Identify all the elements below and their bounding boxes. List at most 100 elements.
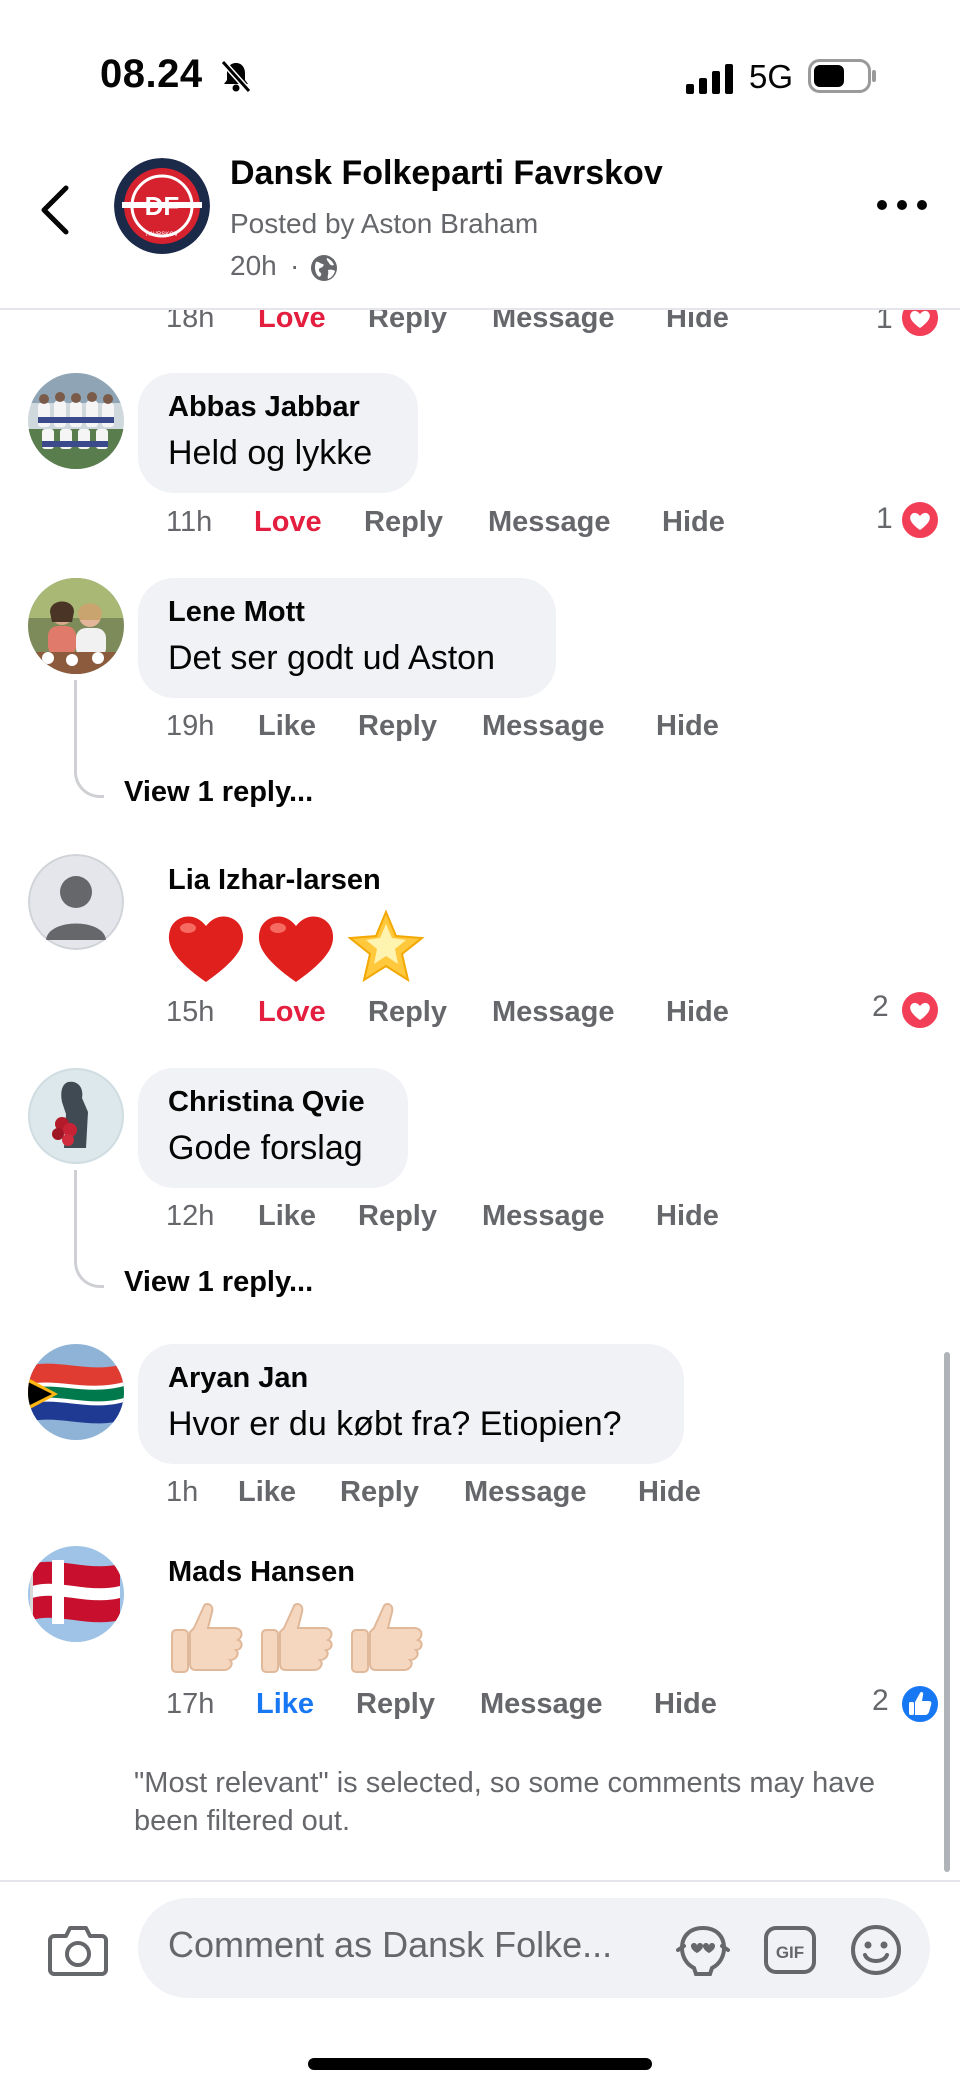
comment-text: Held og lykke bbox=[168, 434, 373, 472]
comment-time: 17h bbox=[166, 1688, 215, 1720]
love-reaction-icon bbox=[900, 500, 940, 540]
message-button[interactable]: Message bbox=[480, 1688, 603, 1721]
view-replies-link[interactable]: View 1 reply... bbox=[124, 1266, 313, 1299]
reply-thread-line bbox=[74, 1170, 104, 1288]
view-replies-link[interactable]: View 1 reply... bbox=[124, 776, 313, 809]
reply-button[interactable]: Reply bbox=[368, 310, 447, 335]
reply-button[interactable]: Reply bbox=[368, 996, 447, 1029]
avatar[interactable] bbox=[28, 854, 124, 950]
love-reaction-icon bbox=[900, 310, 940, 338]
scrollbar[interactable] bbox=[944, 1352, 950, 1872]
more-options-icon[interactable] bbox=[874, 190, 930, 220]
reaction-count[interactable]: 2 bbox=[872, 990, 889, 1024]
post-time: 20h bbox=[230, 250, 277, 281]
team-photo-avatar-icon bbox=[28, 373, 124, 469]
default-profile-icon bbox=[28, 854, 124, 950]
comment-time: 11h bbox=[166, 506, 213, 538]
comment-text: Hvor er du købt fra? Etiopien? bbox=[168, 1405, 622, 1443]
reply-button[interactable]: Reply bbox=[340, 1476, 419, 1509]
comment-author[interactable]: Lene Mott bbox=[168, 596, 305, 629]
love-button[interactable]: Love bbox=[258, 996, 326, 1029]
comment-author[interactable]: Abbas Jabbar bbox=[168, 391, 360, 424]
avatar-logo-subtext: FAVRSKOV bbox=[146, 232, 178, 238]
hide-button[interactable]: Hide bbox=[638, 1476, 701, 1509]
love-button[interactable]: Love bbox=[258, 310, 326, 335]
comment-author[interactable]: Lia Izhar-larsen bbox=[168, 864, 381, 897]
message-button[interactable]: Message bbox=[488, 506, 611, 539]
avatar-logo-text: DF bbox=[145, 191, 180, 221]
danish-flag-avatar-icon bbox=[28, 1546, 124, 1642]
message-button[interactable]: Message bbox=[492, 996, 615, 1029]
comment-input-placeholder[interactable]: Comment as Dansk Folke... bbox=[168, 1924, 612, 1966]
like-reaction-icon bbox=[900, 1684, 940, 1724]
south-africa-flag-avatar-icon bbox=[28, 1344, 124, 1440]
back-button[interactable] bbox=[32, 180, 82, 240]
comment-time: 15h bbox=[166, 996, 215, 1028]
home-indicator[interactable] bbox=[308, 2058, 652, 2070]
avatar[interactable] bbox=[28, 578, 124, 674]
comments-feed[interactable]: 18h Love Reply Message Hide 1 Abbas Jabb… bbox=[0, 310, 960, 1880]
message-button[interactable]: Message bbox=[482, 1200, 605, 1233]
red-heart-emoji-icon bbox=[258, 916, 334, 982]
thumbs-up-emoji-icon bbox=[171, 1603, 243, 1673]
thumbs-up-emoji-icon bbox=[351, 1603, 423, 1673]
globe-icon bbox=[311, 255, 337, 281]
reaction-count[interactable]: 2 bbox=[872, 1684, 889, 1718]
hide-button[interactable]: Hide bbox=[666, 996, 729, 1029]
camera-icon[interactable] bbox=[48, 1922, 108, 1978]
like-button[interactable]: Like bbox=[238, 1476, 296, 1509]
comment-author[interactable]: Mads Hansen bbox=[168, 1556, 355, 1589]
hide-button[interactable]: Hide bbox=[656, 1200, 719, 1233]
hide-button[interactable]: Hide bbox=[654, 1688, 717, 1721]
statue-photo-avatar-icon bbox=[28, 1068, 124, 1164]
comment-time: 18h bbox=[166, 310, 215, 334]
avatar[interactable] bbox=[28, 1344, 124, 1440]
reply-button[interactable]: Reply bbox=[358, 1200, 437, 1233]
reply-button[interactable]: Reply bbox=[356, 1688, 435, 1721]
page-name[interactable]: Dansk Folkeparti Favrskov bbox=[230, 154, 663, 193]
message-button[interactable]: Message bbox=[492, 310, 615, 335]
like-button[interactable]: Like bbox=[256, 1688, 314, 1721]
message-button[interactable]: Message bbox=[464, 1476, 587, 1509]
reply-thread-line bbox=[74, 680, 104, 798]
avatar[interactable] bbox=[28, 1546, 124, 1642]
comment-composer: Comment as Dansk Folke... GIF bbox=[0, 1880, 960, 2087]
reply-button[interactable]: Reply bbox=[364, 506, 443, 539]
page-avatar[interactable]: DF FAVRSKOV bbox=[114, 158, 210, 254]
red-heart-emoji-icon bbox=[168, 916, 244, 982]
like-button[interactable]: Like bbox=[258, 710, 316, 743]
comment-actions: 17h Like Reply Message Hide bbox=[166, 1688, 866, 1732]
hide-button[interactable]: Hide bbox=[662, 506, 725, 539]
comment-author[interactable]: Aryan Jan bbox=[168, 1362, 308, 1395]
bell-slash-icon bbox=[220, 59, 252, 94]
gif-icon[interactable]: GIF bbox=[762, 1922, 818, 1978]
posted-by: Posted by Aston Braham bbox=[230, 208, 539, 239]
glowing-star-emoji-icon bbox=[347, 909, 425, 983]
avatar[interactable] bbox=[28, 1068, 124, 1164]
emoji-picker-icon[interactable] bbox=[848, 1922, 904, 1978]
comment-time: 1h bbox=[166, 1476, 199, 1508]
status-bar: 08.24 5G bbox=[0, 0, 960, 150]
clock: 08.24 bbox=[100, 52, 203, 96]
reaction-count[interactable]: 1 bbox=[876, 310, 893, 336]
comment-time: 12h bbox=[166, 1200, 215, 1232]
network-type: 5G bbox=[749, 58, 794, 95]
cellular-signal-icon bbox=[686, 64, 733, 94]
comment-text: Det ser godt ud Aston bbox=[168, 639, 495, 677]
reaction-count[interactable]: 1 bbox=[876, 502, 893, 536]
message-button[interactable]: Message bbox=[482, 710, 605, 743]
emoji-comment bbox=[168, 909, 425, 983]
like-button[interactable]: Like bbox=[258, 1200, 316, 1233]
comment-actions: 18h Love Reply Message Hide bbox=[166, 310, 866, 346]
battery-icon bbox=[808, 59, 876, 93]
comment-author[interactable]: Christina Qvie bbox=[168, 1086, 365, 1119]
avatar[interactable] bbox=[28, 373, 124, 469]
hide-button[interactable]: Hide bbox=[666, 310, 729, 335]
love-button[interactable]: Love bbox=[254, 506, 322, 539]
comment-time: 19h bbox=[166, 710, 215, 742]
avatar-sticker-icon[interactable] bbox=[674, 1922, 732, 1978]
emoji-comment bbox=[171, 1603, 423, 1673]
reply-button[interactable]: Reply bbox=[358, 710, 437, 743]
hide-button[interactable]: Hide bbox=[656, 710, 719, 743]
comment-actions: 19h Like Reply Message Hide bbox=[166, 710, 866, 754]
